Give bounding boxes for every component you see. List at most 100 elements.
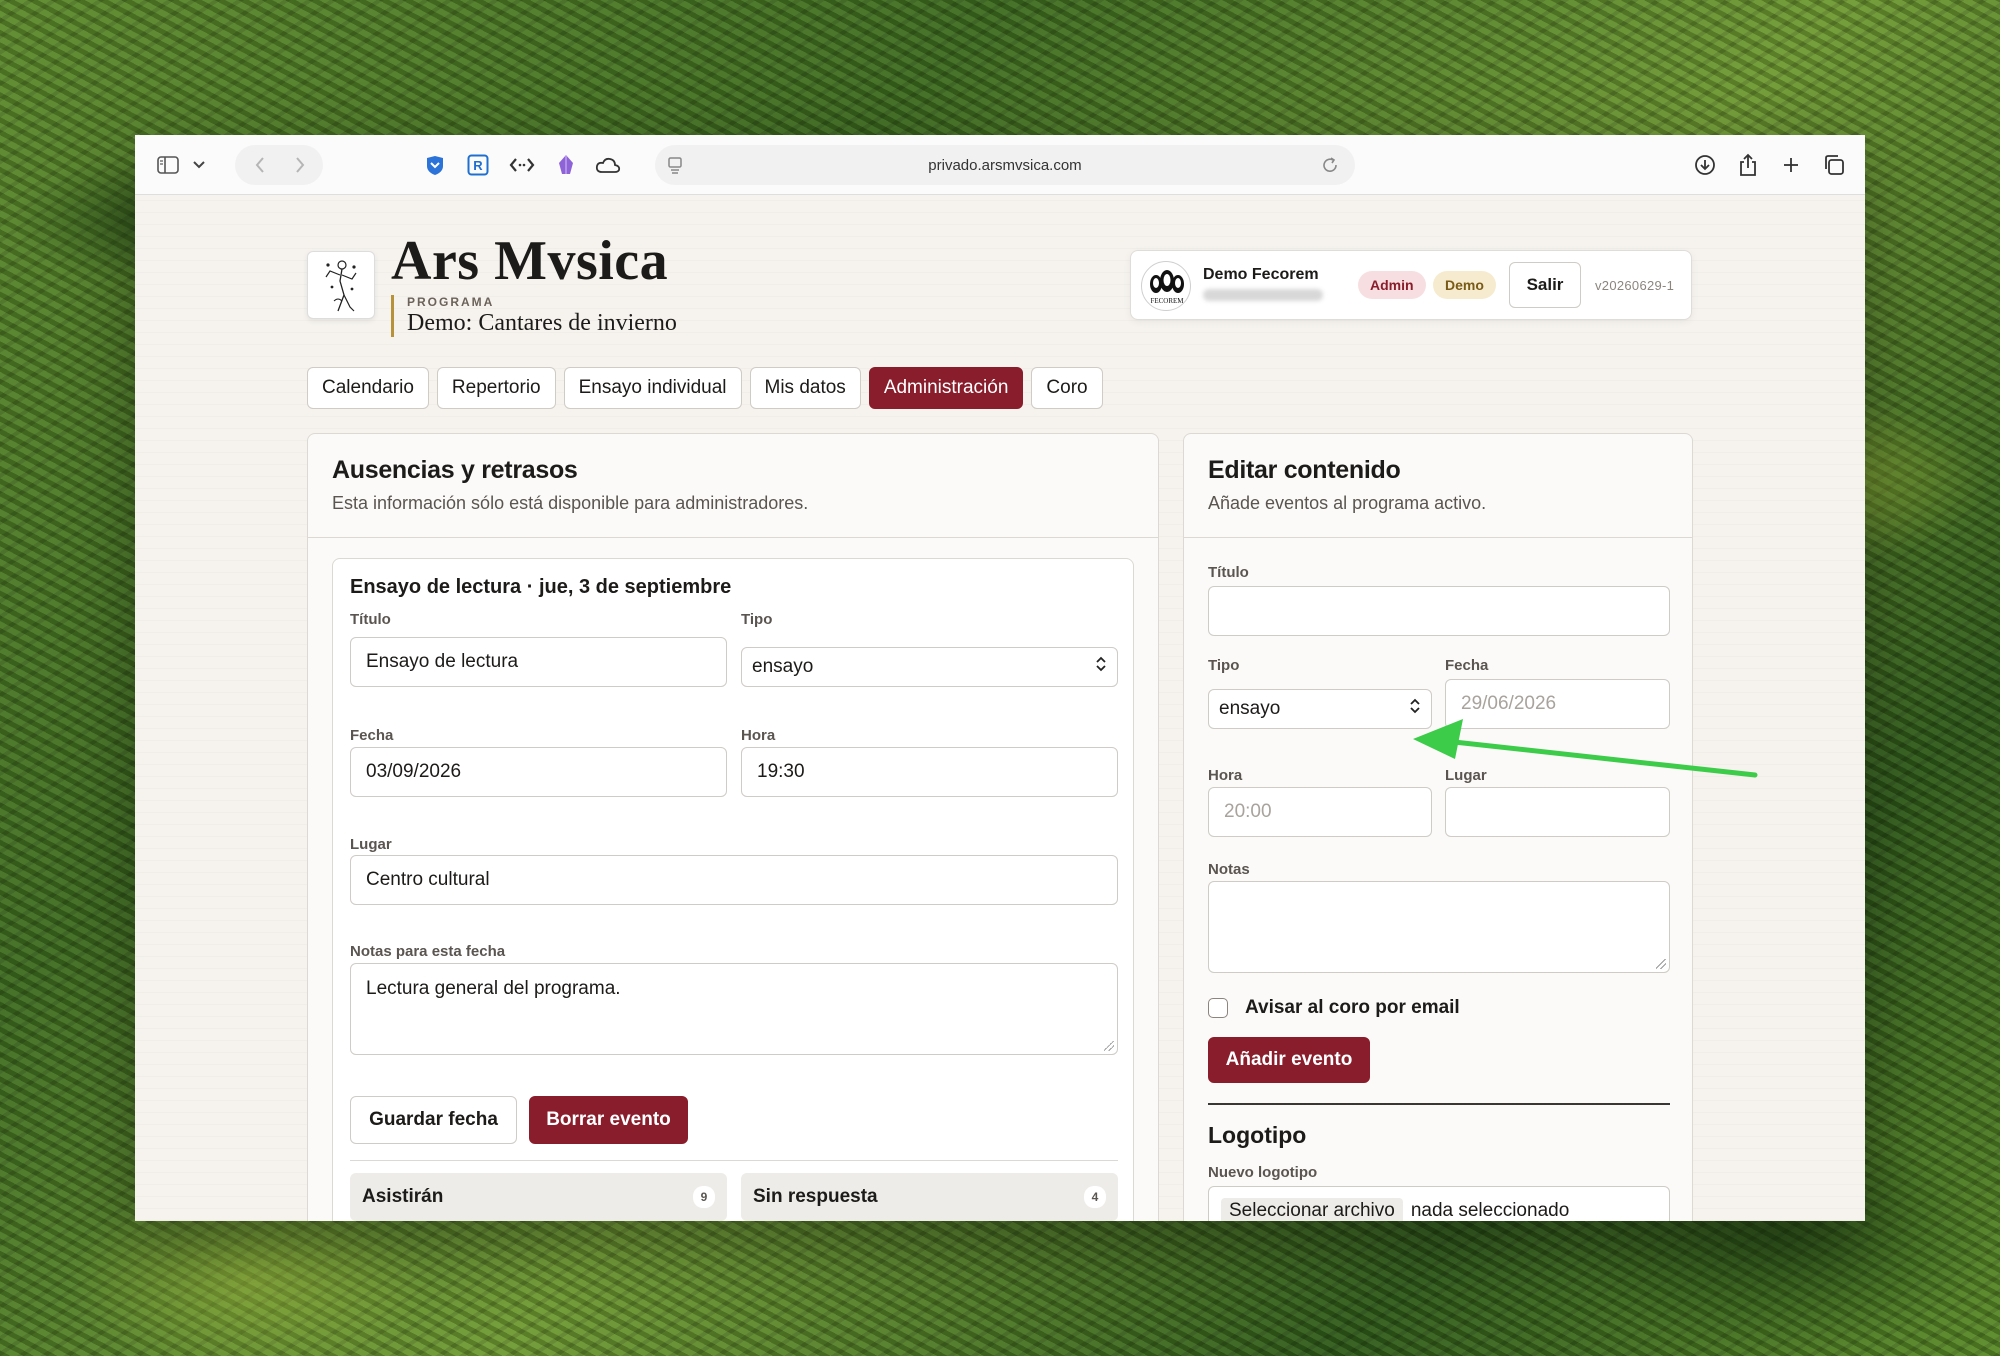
absences-card-header: Ausencias y retrasos Esta información só… bbox=[308, 434, 1158, 538]
url-text: privado.arsmvsica.com bbox=[928, 156, 1082, 174]
share-icon[interactable] bbox=[1733, 149, 1763, 181]
choose-file-button[interactable]: Seleccionar archivo bbox=[1221, 1198, 1403, 1221]
event-time-input[interactable]: 19:30 bbox=[741, 747, 1118, 797]
event-type-label: Tipo bbox=[741, 611, 773, 628]
download-icon[interactable] bbox=[1690, 149, 1720, 181]
resize-grip-icon[interactable] bbox=[1104, 1041, 1114, 1051]
new-logo-label: Nuevo logotipo bbox=[1208, 1164, 1318, 1181]
select-arrows-icon bbox=[1095, 656, 1107, 678]
chevron-down-icon[interactable] bbox=[189, 149, 209, 181]
program-block: PROGRAMA Demo: Cantares de invierno bbox=[391, 295, 677, 337]
svg-text:FECOREM: FECOREM bbox=[1150, 297, 1184, 305]
program-label: PROGRAMA bbox=[407, 295, 495, 309]
cloud-icon[interactable] bbox=[593, 149, 623, 181]
svg-text:R: R bbox=[473, 158, 483, 173]
stat-attending-label: Asistirán bbox=[362, 1186, 444, 1207]
edit-title: Editar contenido bbox=[1208, 456, 1401, 484]
page-settings-icon[interactable] bbox=[667, 156, 683, 178]
event-type-select[interactable]: ensayo bbox=[741, 647, 1118, 687]
event-type-value: ensayo bbox=[752, 656, 814, 677]
event-title-input[interactable]: Ensayo de lectura bbox=[350, 637, 727, 687]
event-place-input[interactable]: Centro cultural bbox=[350, 855, 1118, 905]
main-nav: Calendario Repertorio Ensayo individual … bbox=[307, 367, 1103, 409]
logo-file-input[interactable]: Seleccionar archivo nada seleccionado bbox=[1208, 1186, 1670, 1221]
user-name: Demo Fecorem bbox=[1203, 266, 1319, 283]
absences-title: Ausencias y retrasos bbox=[332, 456, 578, 484]
event-date-label: Fecha bbox=[350, 727, 394, 744]
new-time-input[interactable]: 20:00 bbox=[1208, 787, 1432, 837]
notify-label[interactable]: Avisar al coro por email bbox=[1245, 997, 1460, 1019]
choir-logo bbox=[307, 251, 375, 319]
new-type-label: Tipo bbox=[1208, 657, 1240, 674]
singer-figure-icon bbox=[325, 260, 357, 312]
sidebar-toggle-icon[interactable] bbox=[153, 149, 183, 181]
back-icon[interactable] bbox=[247, 149, 273, 181]
edit-content-card: Editar contenido Añade eventos al progra… bbox=[1183, 433, 1693, 1221]
new-title-input[interactable] bbox=[1208, 586, 1670, 636]
logo-section-title: Logotipo bbox=[1208, 1122, 1307, 1148]
new-time-label: Hora bbox=[1208, 767, 1243, 784]
annotation-arrow-icon bbox=[1413, 719, 1758, 778]
event-title-label: Título bbox=[350, 611, 391, 628]
event-place-label: Lugar bbox=[350, 836, 392, 853]
edit-card-header: Editar contenido Añade eventos al progra… bbox=[1184, 434, 1692, 538]
absences-subtitle: Esta información sólo está disponible pa… bbox=[332, 493, 809, 513]
page-content: Ars Mvsica PROGRAMA Demo: Cantares de in… bbox=[135, 195, 1865, 1221]
event-editor: Ensayo de lectura · jue, 3 de septiembre… bbox=[332, 558, 1134, 1221]
add-event-button[interactable]: Añadir evento bbox=[1208, 1037, 1370, 1083]
divider bbox=[350, 1160, 1118, 1161]
event-time-label: Hora bbox=[741, 727, 776, 744]
tab-overview-icon[interactable] bbox=[1819, 149, 1849, 181]
edit-subtitle: Añade eventos al programa activo. bbox=[1208, 493, 1487, 513]
user-card: FECOREM Demo Fecorem Admin Demo Salir v2… bbox=[1130, 250, 1692, 320]
save-date-button[interactable]: Guardar fecha bbox=[350, 1096, 517, 1144]
new-place-input[interactable] bbox=[1445, 787, 1670, 837]
stat-no-response[interactable]: Sin respuesta 4 bbox=[741, 1173, 1118, 1221]
tab-administracion[interactable]: Administración bbox=[868, 367, 1024, 409]
reload-icon[interactable] bbox=[1321, 156, 1339, 178]
crystal-extension-icon[interactable] bbox=[553, 149, 579, 181]
event-heading: Ensayo de lectura · jue, 3 de septiembre bbox=[350, 576, 732, 598]
tab-mis-datos[interactable]: Mis datos bbox=[749, 367, 861, 409]
notify-checkbox[interactable] bbox=[1208, 998, 1228, 1018]
admin-badge: Admin bbox=[1358, 271, 1426, 299]
program-name: Demo: Cantares de invierno bbox=[407, 310, 677, 336]
stat-no-response-label: Sin respuesta bbox=[753, 1186, 878, 1207]
delete-event-button[interactable]: Borrar evento bbox=[529, 1096, 688, 1144]
absences-card: Ausencias y retrasos Esta información só… bbox=[307, 433, 1159, 1221]
demo-badge: Demo bbox=[1433, 271, 1496, 299]
event-notes-textarea[interactable]: Lectura general del programa. bbox=[350, 963, 1118, 1055]
tab-coro[interactable]: Coro bbox=[1031, 367, 1103, 409]
browser-window: R privado.arsmvsica.com Ars Mvsica PROGR… bbox=[135, 135, 1865, 1221]
forward-icon[interactable] bbox=[287, 149, 313, 181]
new-notes-label: Notas bbox=[1208, 861, 1250, 878]
shield-extension-icon[interactable] bbox=[422, 149, 448, 181]
new-type-select[interactable]: ensayo bbox=[1208, 689, 1432, 729]
event-date-input[interactable]: 03/09/2026 bbox=[350, 747, 727, 797]
code-icon[interactable] bbox=[507, 149, 537, 181]
section-divider bbox=[1208, 1103, 1670, 1105]
new-notes-textarea[interactable] bbox=[1208, 881, 1670, 973]
avatar: FECOREM bbox=[1141, 261, 1191, 311]
address-bar[interactable]: privado.arsmvsica.com bbox=[655, 145, 1355, 185]
event-notes-label: Notas para esta fecha bbox=[350, 943, 506, 960]
brand-title: Ars Mvsica bbox=[391, 230, 669, 292]
logout-button[interactable]: Salir bbox=[1509, 262, 1581, 308]
new-date-label: Fecha bbox=[1445, 657, 1489, 674]
new-title-label: Título bbox=[1208, 564, 1249, 581]
tab-ensayo-individual[interactable]: Ensayo individual bbox=[563, 367, 742, 409]
resize-grip-icon[interactable] bbox=[1656, 959, 1666, 969]
stat-attending[interactable]: Asistirán 9 bbox=[350, 1173, 727, 1221]
event-notes-value: Lectura general del programa. bbox=[366, 978, 621, 999]
new-type-value: ensayo bbox=[1219, 698, 1281, 719]
user-email-redacted bbox=[1203, 289, 1323, 301]
tab-calendario[interactable]: Calendario bbox=[307, 367, 429, 409]
tab-repertorio[interactable]: Repertorio bbox=[436, 367, 556, 409]
new-tab-icon[interactable] bbox=[1776, 149, 1806, 181]
version-label: v20260629-1 bbox=[1595, 278, 1675, 293]
r-extension-icon[interactable]: R bbox=[465, 149, 491, 181]
file-status: nada seleccionado bbox=[1410, 1200, 1570, 1221]
stat-attending-count: 9 bbox=[693, 1186, 715, 1208]
stat-no-response-count: 4 bbox=[1084, 1186, 1106, 1208]
browser-toolbar: R privado.arsmvsica.com bbox=[135, 135, 1865, 195]
